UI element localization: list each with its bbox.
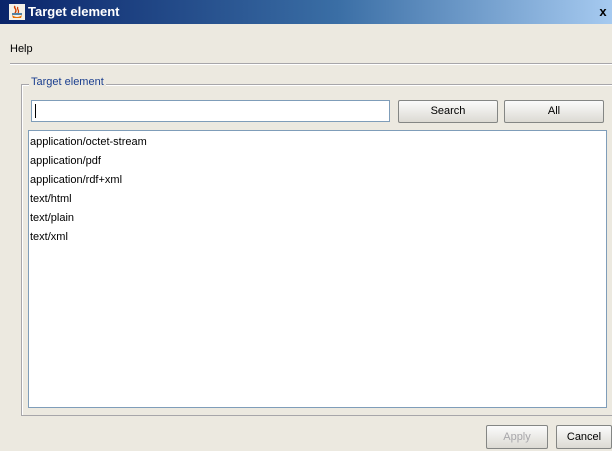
search-button[interactable]: Search [398,100,498,123]
list-item[interactable]: application/octet-stream [30,133,147,152]
apply-button[interactable]: Apply [486,425,548,449]
menu-help[interactable]: Help [10,43,33,55]
cancel-label: Cancel [566,431,602,443]
java-coffee-icon [9,4,25,20]
list-item[interactable]: application/rdf+xml [30,171,122,190]
list-item[interactable]: text/html [30,190,72,209]
group-legend: Target element [29,76,106,88]
close-button[interactable]: x [596,3,610,20]
mime-type-list[interactable]: application/octet-stream application/pdf… [28,130,607,408]
all-button[interactable]: All [504,100,604,123]
cancel-button[interactable]: Cancel [556,425,612,449]
menu-bar: Help [0,40,612,62]
apply-label: Apply [503,431,531,443]
menu-separator [10,63,612,65]
title-bar[interactable]: Target element x [0,0,612,24]
window-title: Target element [28,4,120,19]
target-element-dialog: Target element x Help Target element Sea… [0,0,612,451]
text-caret [35,104,36,118]
list-item[interactable]: text/xml [30,228,68,247]
search-input[interactable] [31,100,390,122]
list-item[interactable]: application/pdf [30,152,101,171]
list-item[interactable]: text/plain [30,209,74,228]
